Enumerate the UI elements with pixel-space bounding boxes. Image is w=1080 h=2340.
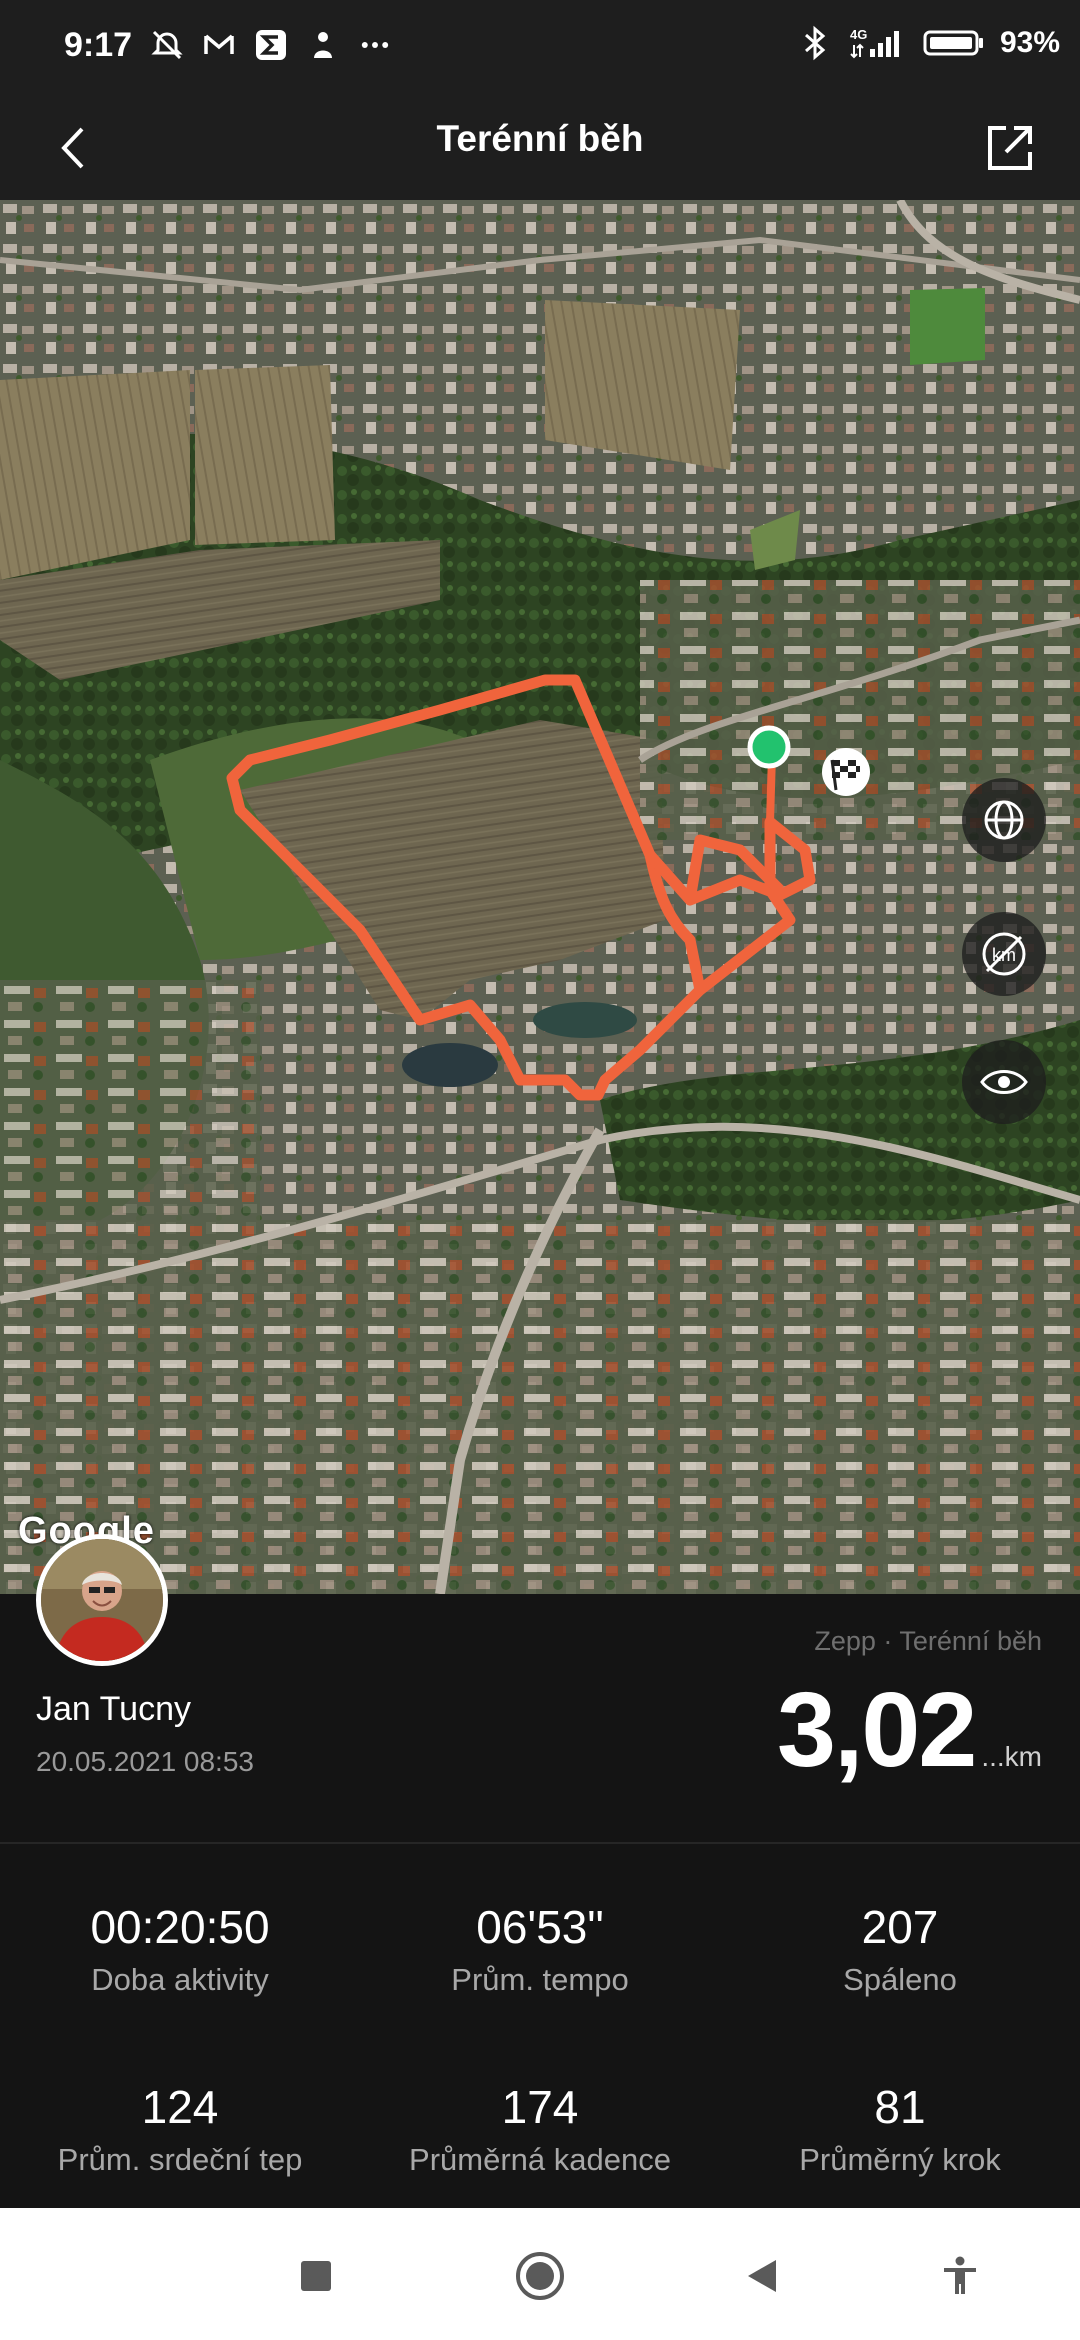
stat-value: 124 xyxy=(141,2081,219,2133)
stat-label: Doba aktivity xyxy=(91,1962,269,1997)
stat-avg-pace: 06'53" Prům. tempo xyxy=(360,1900,720,1998)
alarm-off-icon xyxy=(150,28,184,62)
activity-summary: Jan Tucny 20.05.2021 08:53 Zepp · Terénn… xyxy=(0,1534,1080,1842)
accessibility-icon xyxy=(944,2256,976,2294)
distance-unit: ...km xyxy=(981,1741,1042,1772)
km-markers-off-icon: km xyxy=(982,932,1026,976)
status-bar: 9:17 4G 93% xyxy=(0,0,1080,96)
map-type-button[interactable] xyxy=(962,778,1046,862)
user-photo xyxy=(41,1539,163,1661)
battery-percent: 93% xyxy=(999,26,1060,59)
signal-4g-icon: 4G xyxy=(846,26,908,60)
stat-label: Prům. tempo xyxy=(451,1962,629,1997)
stat-avg-cadence: 174 Průměrná kadence xyxy=(360,2080,720,2178)
distance-value: 3,02 xyxy=(777,1671,977,1789)
distance-display: 3,02 ...km xyxy=(777,1670,1042,1791)
route-map[interactable]: km Google xyxy=(0,200,1080,1594)
system-nav-bar xyxy=(0,2208,1080,2340)
start-marker xyxy=(747,725,791,769)
stats-grid: 00:20:50 Doba aktivity 06'53" Prům. temp… xyxy=(0,1844,1080,2208)
svg-text:4G: 4G xyxy=(850,27,867,42)
nav-back-button[interactable] xyxy=(730,2244,794,2308)
bluetooth-icon xyxy=(798,25,832,61)
stat-activity-duration: 00:20:50 Doba aktivity xyxy=(0,1900,360,1998)
title-bar: Terénní běh xyxy=(0,96,1080,200)
stat-label: Prům. srdeční tep xyxy=(57,2142,303,2177)
stat-value: 00:20:50 xyxy=(90,1901,270,1953)
gmail-icon xyxy=(202,28,236,62)
sigma-app-icon xyxy=(254,28,288,62)
share-icon xyxy=(988,126,1032,170)
user-name: Jan Tucny xyxy=(36,1690,191,1728)
globe-icon xyxy=(984,800,1024,840)
home-button[interactable] xyxy=(508,2244,572,2308)
status-time: 9:17 xyxy=(64,26,133,64)
stat-value: 06'53" xyxy=(476,1901,604,1953)
accessibility-button[interactable] xyxy=(928,2244,992,2308)
km-markers-toggle[interactable]: km xyxy=(962,912,1046,996)
stat-label: Průměrná kadence xyxy=(409,2142,671,2177)
finish-flag-icon xyxy=(822,748,870,796)
battery-icon xyxy=(922,26,986,60)
stat-label: Průměrný krok xyxy=(799,2142,1001,2177)
stat-calories: 207 Spáleno xyxy=(720,1900,1080,1998)
satellite-map-image xyxy=(0,200,1080,1594)
page-title: Terénní běh xyxy=(436,118,644,159)
avatar[interactable] xyxy=(36,1534,168,1666)
visibility-toggle[interactable] xyxy=(962,1040,1046,1124)
activity-date: 20.05.2021 08:53 xyxy=(36,1746,254,1777)
back-triangle-icon xyxy=(748,2260,776,2292)
stat-avg-heart-rate: 124 Prům. srdeční tep xyxy=(0,2080,360,2178)
home-circle-icon xyxy=(516,2252,564,2300)
activity-source: Zepp · Terénní běh xyxy=(814,1626,1042,1656)
eye-icon xyxy=(980,1070,1028,1094)
recents-button[interactable] xyxy=(284,2244,348,2308)
stat-value: 81 xyxy=(874,2081,926,2133)
more-icon xyxy=(358,28,392,62)
stat-value: 207 xyxy=(861,1901,939,1953)
stat-label: Spáleno xyxy=(843,1962,957,1997)
recents-square-icon xyxy=(301,2261,331,2291)
stat-avg-stride: 81 Průměrný krok xyxy=(720,2080,1080,2178)
stat-value: 174 xyxy=(501,2081,579,2133)
person-app-icon xyxy=(306,28,340,62)
share-button[interactable] xyxy=(974,112,1046,184)
